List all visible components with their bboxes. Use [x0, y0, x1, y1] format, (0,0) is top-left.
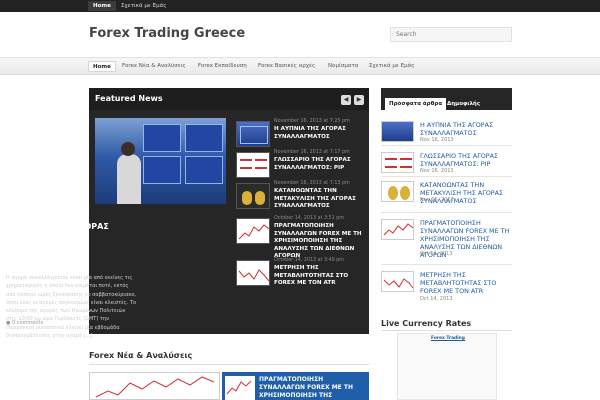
featured-item-thumb — [236, 260, 270, 286]
featured-item-date: October 14, 2013 at 3:49 pm — [274, 258, 344, 263]
featured-main-headline[interactable]: Η ΑΥΠΝΙΑ ΤΗΣ ΑΓΟΡΑΣ ΣΥΝΑΛΛΑΓΜΑΤΟΣ — [6, 221, 137, 243]
sidebar-item-date: Nov 16, 2013 — [420, 168, 454, 174]
top-bar: Home Σχετικά με Εμάς — [0, 0, 600, 12]
sidebar-item-title[interactable]: ΓΛΩΣΣΑΡΙΟ ΤΗΣ ΑΓΟΡΑΣ ΣΥΝΑΛΛΑΓΜΑΤΟΣ: PIP — [420, 152, 512, 168]
tab-recent-articles[interactable]: Πρόσφατα άρθρα — [385, 98, 447, 110]
topbar-about-link[interactable]: Σχετικά με Εμάς — [116, 1, 171, 11]
tab-popular[interactable]: Δημοφιλής — [443, 98, 484, 110]
featured-item-title[interactable]: ΜΕΤΡΗΣΗ ΤΗΣ ΜΕΤΑΒΛΗΤΟΤΗΤΑΣ ΣΤΟ FOREX ΜΕ … — [274, 265, 370, 288]
news-image[interactable] — [89, 372, 220, 400]
featured-item-title[interactable]: ΚΑΤΑΝΟΩΝΤΑΣ ΤΗΝ ΜΕΤΑΚΥΛΙΣΗ ΤΗΣ ΑΓΟΡΑΣ ΣΥ… — [274, 188, 370, 211]
featured-item-thumb — [236, 121, 270, 147]
featured-title: Featured News — [95, 94, 163, 103]
search-input[interactable] — [390, 27, 512, 42]
nav-forex-news[interactable]: Forex Νέα & Αναλύσεις — [118, 61, 190, 72]
sidebar-item-thumb — [381, 121, 414, 142]
sidebar-item-title[interactable]: Η ΑΥΠΝΙΑ ΤΗΣ ΑΓΟΡΑΣ ΣΥΝΑΛΛΑΓΜΑΤΟΣ — [420, 121, 512, 137]
nav-home[interactable]: Home — [88, 61, 116, 72]
featured-item-thumb — [236, 183, 270, 209]
site-title[interactable]: Forex Trading Greece — [89, 26, 245, 41]
sidebar-item-thumb — [381, 152, 414, 173]
sidebar-item-thumb — [381, 271, 414, 292]
sidebar-item-date: Nov 16, 2013 — [420, 197, 454, 203]
featured-header: Featured News ◀ ▶ — [89, 88, 369, 110]
featured-main-excerpt: Η αγορά συναλλάγματος είναι μία από εκεί… — [6, 275, 137, 340]
nav-forex-basics[interactable]: Forex Βασικές αρχές — [254, 61, 319, 72]
featured-item-date: November 16, 2013 at 7:13 pm — [274, 181, 350, 186]
nav-forex-education[interactable]: Forex Εκπαίδευση — [194, 61, 251, 72]
comments-count: 0 comments — [11, 320, 44, 326]
featured-main-image[interactable] — [95, 118, 226, 204]
featured-item-title[interactable]: Η ΑΥΠΝΙΑ ΤΗΣ ΑΓΟΡΑΣ ΣΥΝΑΛΛΑΓΜΑΤΟΣ — [274, 126, 370, 141]
sidebar-item-date: Oct 14, 2013 — [420, 296, 453, 302]
main-nav: Home Forex Νέα & Αναλύσεις Forex Εκπαίδε… — [0, 57, 600, 75]
live-rates-title: Live Currency Rates — [381, 319, 472, 328]
sidebar-tabs: Πρόσφατα άρθρα Δημοφιλής — [381, 88, 512, 110]
featured-item-title[interactable]: ΓΛΩΣΣΑΡΙΟ ΤΗΣ ΑΓΟΡΑΣ ΣΥΝΑΛΛΑΓΜΑΤΟΣ: PIP — [274, 157, 370, 172]
featured-item-date: November 16, 2013 at 7:25 pm — [274, 119, 350, 124]
chevron-right-icon[interactable]: ▶ — [354, 95, 364, 105]
sidebar-item-date: Nov 16, 2013 — [420, 137, 454, 143]
comment-icon: ● — [6, 320, 11, 326]
featured-item[interactable]: October 14, 2013 at 3:49 pm ΜΕΤΡΗΣΗ ΤΗΣ … — [236, 258, 369, 290]
featured-item[interactable]: November 16, 2013 at 7:25 pm Η ΑΥΠΝΙΑ ΤΗ… — [236, 119, 369, 151]
featured-item-thumb — [236, 152, 270, 178]
nav-currencies[interactable]: Νομίσματα — [324, 61, 362, 72]
sidebar-item-thumb — [381, 219, 414, 240]
news-feature-title[interactable]: ΠΡΑΓΜΑΤΟΠΟΙΗΣΗ ΣΥΝΑΛΛΑΓΩΝ FOREX ΜΕ ΤΗ ΧΡ… — [259, 376, 367, 400]
news-feature-panel[interactable]: ΠΡΑΓΜΑΤΟΠΟΙΗΣΗ ΣΥΝΑΛΛΑΓΩΝ FOREX ΜΕ ΤΗ ΧΡ… — [222, 372, 369, 400]
featured-item-date: November 16, 2013 at 7:17 pm — [274, 150, 350, 155]
news-feature-thumb — [225, 376, 255, 400]
featured-item-date: October 14, 2013 at 3:51 pm — [274, 216, 344, 221]
topbar-home-link[interactable]: Home — [88, 1, 116, 11]
featured-item-thumb — [236, 218, 270, 244]
forex-trading-link[interactable]: Forex Trading — [398, 336, 498, 341]
sidebar-item-title[interactable]: ΜΕΤΡΗΣΗ ΤΗΣ ΜΕΤΑΒΛΗΤΟΤΗΤΑΣ ΣΤΟ FOREX ΜΕ … — [420, 271, 512, 295]
news-section-title: Forex Νέα & Αναλύσεις — [89, 351, 193, 360]
sidebar-item-thumb — [381, 181, 414, 202]
live-rates-widget: Forex Trading — [397, 333, 497, 400]
featured-item[interactable]: November 16, 2013 at 7:17 pm ΓΛΩΣΣΑΡΙΟ Τ… — [236, 150, 369, 182]
nav-about[interactable]: Σχετικά με Εμάς — [365, 61, 418, 72]
comments-link[interactable]: ● 0 comments — [6, 320, 43, 326]
featured-item[interactable]: October 14, 2013 at 3:51 pm ΠΡΑΓΜΑΤΟΠΟΙΗ… — [236, 216, 369, 259]
chevron-left-icon[interactable]: ◀ — [341, 95, 351, 105]
sidebar-item-date: Oct 14, 2013 — [420, 251, 453, 257]
featured-item-title[interactable]: ΠΡΑΓΜΑΤΟΠΟΙΗΣΗ ΣΥΝΑΛΛΑΓΩΝ FOREX ΜΕ ΤΗ ΧΡ… — [274, 223, 370, 261]
featured-item[interactable]: November 16, 2013 at 7:13 pm ΚΑΤΑΝΟΩΝΤΑΣ… — [236, 181, 369, 213]
